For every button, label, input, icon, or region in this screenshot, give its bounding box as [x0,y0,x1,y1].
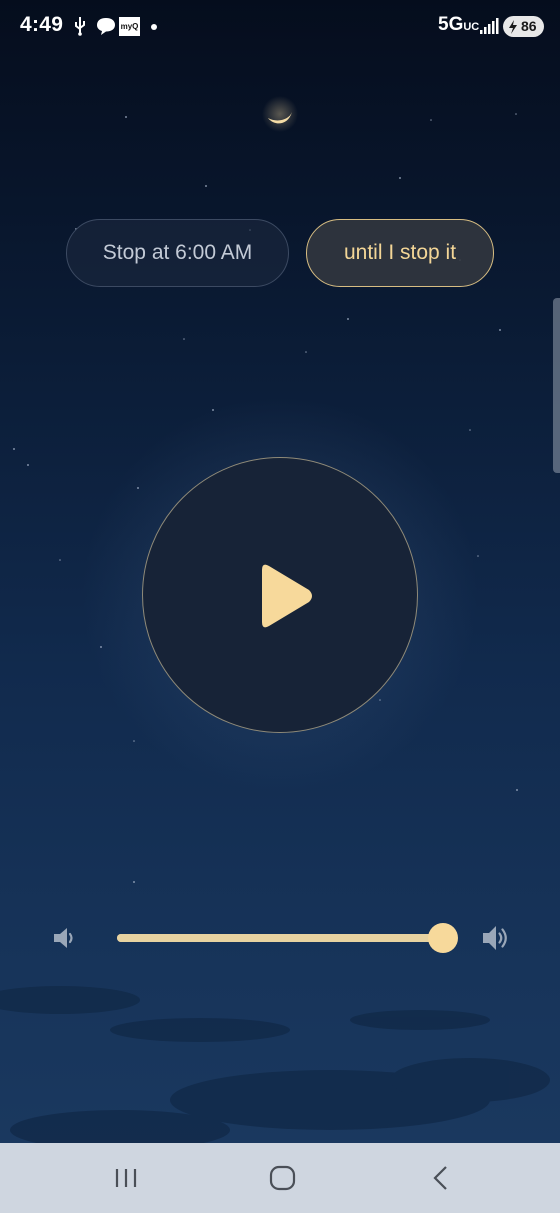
play-icon[interactable] [258,562,316,630]
stop-at-time-label: Stop at 6:00 AM [102,241,253,264]
clouds-decoration [0,986,550,1143]
status-time: 4:49 [20,13,64,36]
recent-apps-icon[interactable] [112,1161,140,1195]
until-i-stop-it-label: until I stop it [343,241,457,264]
navigation-bar [0,1143,560,1213]
back-icon[interactable] [427,1161,453,1195]
sleep-sounds-screen: 4:49 myQ 5GUC 86 Stop at 6:00 AM until I… [0,0,560,1213]
home-icon[interactable] [266,1161,300,1195]
volume-slider-fill [117,934,443,942]
battery-level: 86 [521,18,537,34]
battery-charging-icon [509,20,517,34]
signal-icon [480,18,499,34]
status-bar: 4:49 myQ 5GUC 86 [0,0,560,54]
stop-at-time-button[interactable]: Stop at 6:00 AM [66,219,289,287]
volume-high-icon[interactable] [481,924,511,952]
volume-slider-thumb[interactable] [428,923,458,953]
notification-dot-icon [151,24,157,30]
volume-low-icon[interactable] [52,926,78,950]
battery-indicator: 86 [503,16,544,37]
crescent-moon-icon [262,96,298,132]
usb-icon [75,17,85,36]
messages-icon [97,18,115,35]
network-type: 5GUC [438,14,480,35]
myq-icon: myQ [119,17,140,36]
edge-panel-handle[interactable] [553,298,560,473]
volume-slider[interactable] [117,934,443,942]
until-i-stop-it-button[interactable]: until I stop it [306,219,494,287]
